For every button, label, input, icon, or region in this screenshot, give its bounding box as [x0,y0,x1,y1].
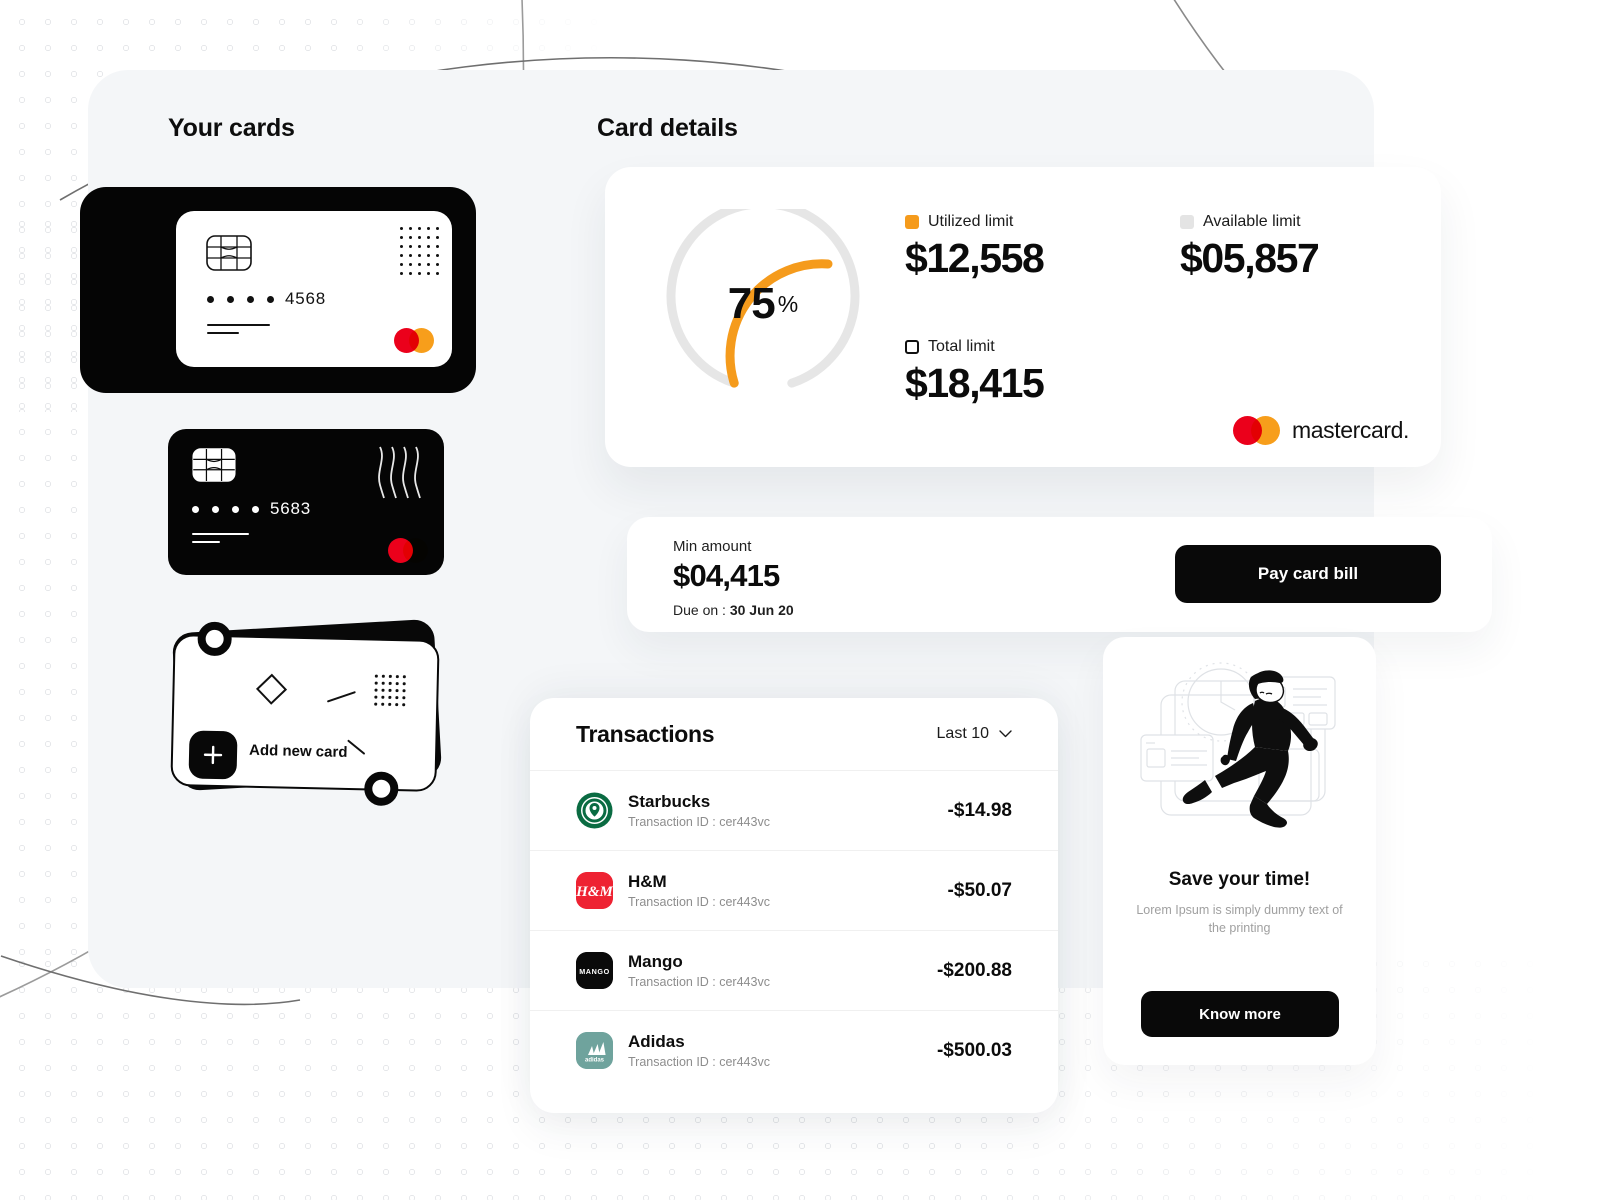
diamond-decor-icon [255,673,288,705]
screen: Your cards Card details 4568 5683 Add ne… [0,0,1600,1200]
total-value: $18,415 [905,360,1045,406]
transactions-card: Transactions Last 10 Starbucks Transactio… [530,698,1058,1113]
chevron-down-icon [999,730,1012,738]
transaction-info: Adidas Transaction ID : cer443vc [628,1032,937,1069]
merchant-name: Starbucks [628,792,711,811]
available-value: $05,857 [1180,235,1320,281]
transaction-id: Transaction ID : cer443vc [628,975,770,989]
table-row[interactable]: MANGO Mango Transaction ID : cer443vc -$200… [530,930,1058,1010]
gauge-value: 75 [727,279,776,328]
plus-icon [203,745,223,765]
card-number-primary: 4568 [207,289,326,309]
transactions-list: Starbucks Transaction ID : cer443vc -$14.9… [530,770,1058,1090]
gauge-center-label: 75 % [663,209,863,399]
transaction-id: Transaction ID : cer443vc [628,895,770,909]
total-swatch-icon [905,340,919,354]
card-last4: 4568 [285,289,327,308]
utilization-gauge: 75 % [663,199,863,399]
transaction-info: H&M Transaction ID : cer443vc [628,872,948,909]
card-details-heading: Card details [597,114,738,142]
total-label: Total limit [928,338,995,355]
svg-text:H&M: H&M [576,884,613,900]
masked-digits-icon [192,505,259,513]
transactions-filter-dropdown[interactable]: Last 10 [937,725,1012,743]
merchant-name: H&M [628,872,667,891]
add-card-dot-grid [374,674,411,712]
due-date-row: Due on : 30 Jun 20 [673,602,794,618]
card-item-primary[interactable]: 4568 [80,187,476,393]
slash-decor-2 [347,739,366,755]
transactions-header: Transactions Last 10 [530,698,1058,770]
pay-bill-card: Min amount $04,415 Due on : 30 Jun 20 Pa… [627,517,1492,632]
card-face-primary: 4568 [176,211,452,367]
your-cards-heading: Your cards [168,114,295,142]
utilized-label: Utilized limit [928,213,1014,230]
table-row[interactable]: H&M H&M Transaction ID : cer443vc -$50.07 [530,850,1058,930]
masked-digits-icon [207,295,274,303]
pay-card-bill-button[interactable]: Pay card bill [1175,545,1441,603]
gauge-unit: % [777,290,799,317]
transactions-filter-label: Last 10 [936,725,989,742]
min-amount-value: $04,415 [673,558,780,593]
mastercard-icon [388,538,428,563]
stat-available-limit: Available limit $05,857 [1180,213,1320,282]
card-details-card: 75 % Utilized limit $12,558 Available li… [605,167,1441,467]
available-swatch-icon [1180,215,1194,229]
chip-icon [192,448,236,482]
transaction-amount: -$50.07 [947,879,1012,901]
utilized-value: $12,558 [905,235,1045,281]
available-label: Available limit [1203,213,1301,230]
slash-decor-1 [326,691,356,703]
signature-lines [207,324,270,334]
stat-utilized-limit: Utilized limit $12,558 [905,213,1045,282]
svg-text:adidas: adidas [585,1058,605,1064]
transaction-amount: -$14.98 [947,799,1012,821]
table-row[interactable]: Starbucks Transaction ID : cer443vc -$14.9… [530,770,1058,850]
mastercard-brand: mastercard. [1232,416,1409,445]
running-person-illustration [1140,662,1336,828]
transaction-amount: -$200.88 [936,959,1012,981]
svg-text:MANGO: MANGO [579,967,610,976]
transaction-id: Transaction ID : cer443vc [628,1055,770,1069]
merchant-name: Mango [628,952,683,971]
signature-lines [192,533,249,543]
transaction-info: Starbucks Transaction ID : cer443vc [628,792,948,829]
starbucks-logo [576,792,613,829]
card-number-secondary: 5683 [192,499,311,519]
add-card-plus-button[interactable] [188,730,238,780]
utilized-swatch-icon [905,215,919,229]
min-amount-label: Min amount [673,538,752,555]
due-prefix: Due on : [673,602,730,618]
mastercard-icon [1232,416,1280,445]
contactless-icon [378,446,421,499]
add-card-label: Add new card [248,741,348,761]
mastercard-wordmark: mastercard. [1291,417,1409,443]
promo-subtitle: Lorem Ipsum is simply dummy text of the … [1136,903,1343,936]
promo-title: Save your time! [1168,869,1311,890]
add-new-card[interactable]: Add new card [170,621,440,807]
due-date: 30 Jun 20 [729,602,794,618]
transaction-id: Transaction ID : cer443vc [628,815,770,829]
card-dot-grid [400,227,444,276]
merchant-name: Adidas [628,1032,685,1051]
chip-icon [206,235,252,271]
adidas-logo: adidas [576,1032,613,1069]
card-item-secondary[interactable]: 5683 [168,429,444,575]
table-row[interactable]: adidas Adidas Transaction ID : cer443vc -$5… [530,1010,1058,1090]
transaction-info: Mango Transaction ID : cer443vc [628,952,937,989]
mastercard-icon [394,328,434,353]
stat-total-limit: Total limit $18,415 [905,338,1045,407]
punch-hole-top [197,621,233,657]
mango-logo: MANGO [576,952,613,989]
know-more-button[interactable]: Know more [1141,991,1339,1037]
transactions-title: Transactions [576,720,715,747]
card-last4: 5683 [270,499,312,518]
promo-card: Save your time! Lorem Ipsum is simply du… [1103,637,1376,1065]
transaction-amount: -$500.03 [936,1039,1012,1061]
hm-logo: H&M [576,872,613,909]
